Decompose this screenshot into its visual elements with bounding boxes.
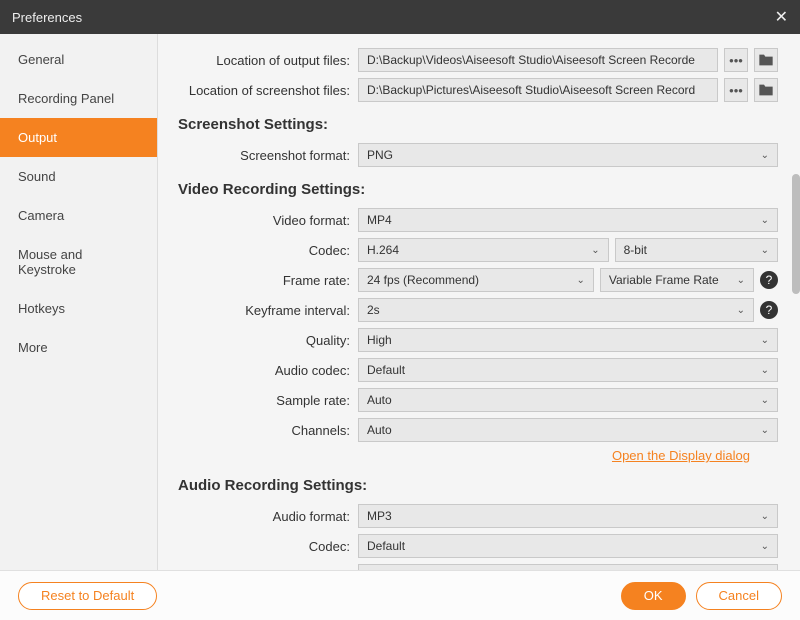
video-samplerate-label: Sample rate: (158, 393, 358, 408)
screenshot-path-field[interactable]: D:\Backup\Pictures\Aiseesoft Studio\Aise… (358, 78, 718, 102)
chevron-down-icon: ⌄ (761, 365, 769, 376)
sidebar-item-sound[interactable]: Sound (0, 157, 157, 196)
sidebar-item-label: Mouse and Keystroke (18, 247, 82, 277)
video-framerate-select[interactable]: 24 fps (Recommend)⌄ (358, 268, 594, 292)
chevron-down-icon: ⌄ (576, 275, 584, 286)
chevron-down-icon: ⌄ (737, 275, 745, 286)
sidebar-item-label: Hotkeys (18, 301, 65, 316)
screenshot-format-select[interactable]: PNG⌄ (358, 143, 778, 167)
video-format-label: Video format: (158, 213, 358, 228)
audio-format-label: Audio format: (158, 509, 358, 524)
sidebar-item-label: Recording Panel (18, 91, 114, 106)
open-display-dialog-link[interactable]: Open the Display dialog (158, 448, 778, 463)
chevron-down-icon: ⌄ (761, 335, 769, 346)
close-icon[interactable]: ✕ (775, 7, 788, 27)
sidebar: General Recording Panel Output Sound Cam… (0, 34, 158, 570)
chevron-down-icon: ⌄ (761, 215, 769, 226)
cancel-button[interactable]: Cancel (696, 582, 782, 610)
sidebar-item-label: More (18, 340, 48, 355)
video-channels-select[interactable]: Auto⌄ (358, 418, 778, 442)
output-path-more-button[interactable]: ••• (724, 48, 748, 72)
video-bitdepth-select[interactable]: 8-bit⌄ (615, 238, 778, 262)
window-title: Preferences (12, 10, 82, 25)
folder-icon (758, 53, 774, 67)
reset-to-default-button[interactable]: Reset to Default (18, 582, 157, 610)
chevron-down-icon: ⌄ (761, 245, 769, 256)
video-quality-select[interactable]: High⌄ (358, 328, 778, 352)
sidebar-item-more[interactable]: More (0, 328, 157, 367)
audio-codec-select[interactable]: Default⌄ (358, 534, 778, 558)
audio-settings-heading: Audio Recording Settings: (158, 477, 778, 494)
video-quality-label: Quality: (158, 333, 358, 348)
output-path-label: Location of output files: (158, 53, 358, 68)
video-audiocodec-label: Audio codec: (158, 363, 358, 378)
output-path-folder-button[interactable] (754, 48, 778, 72)
sidebar-item-label: Output (18, 130, 57, 145)
content-panel: Location of output files: D:\Backup\Vide… (158, 34, 800, 570)
sidebar-item-mouse-keystroke[interactable]: Mouse and Keystroke (0, 235, 157, 289)
chevron-down-icon: ⌄ (761, 395, 769, 406)
video-keyframe-select[interactable]: 2s⌄ (358, 298, 754, 322)
framerate-help-icon[interactable]: ? (760, 271, 778, 289)
video-format-select[interactable]: MP4⌄ (358, 208, 778, 232)
video-keyframe-label: Keyframe interval: (158, 303, 358, 318)
sidebar-item-hotkeys[interactable]: Hotkeys (0, 289, 157, 328)
keyframe-help-icon[interactable]: ? (760, 301, 778, 319)
footer: Reset to Default OK Cancel (0, 570, 800, 620)
sidebar-item-label: Sound (18, 169, 56, 184)
screenshot-path-folder-button[interactable] (754, 78, 778, 102)
video-framerate-label: Frame rate: (158, 273, 358, 288)
video-channels-label: Channels: (158, 423, 358, 438)
sidebar-item-general[interactable]: General (0, 40, 157, 79)
video-codec-label: Codec: (158, 243, 358, 258)
folder-icon (758, 83, 774, 97)
audio-codec-label: Codec: (158, 539, 358, 554)
screenshot-path-label: Location of screenshot files: (158, 83, 358, 98)
sidebar-item-label: General (18, 52, 64, 67)
output-path-field[interactable]: D:\Backup\Videos\Aiseesoft Studio\Aisees… (358, 48, 718, 72)
video-framerate-mode-select[interactable]: Variable Frame Rate⌄ (600, 268, 754, 292)
chevron-down-icon: ⌄ (591, 245, 599, 256)
chevron-down-icon: ⌄ (761, 150, 769, 161)
chevron-down-icon: ⌄ (761, 511, 769, 522)
screenshot-path-more-button[interactable]: ••• (724, 78, 748, 102)
video-codec-select[interactable]: H.264⌄ (358, 238, 609, 262)
scrollbar-thumb[interactable] (792, 174, 800, 294)
titlebar: Preferences ✕ (0, 0, 800, 34)
chevron-down-icon: ⌄ (761, 541, 769, 552)
video-samplerate-select[interactable]: Auto⌄ (358, 388, 778, 412)
ok-button[interactable]: OK (621, 582, 686, 610)
chevron-down-icon: ⌄ (737, 305, 745, 316)
sidebar-item-recording-panel[interactable]: Recording Panel (0, 79, 157, 118)
video-audiocodec-select[interactable]: Default⌄ (358, 358, 778, 382)
chevron-down-icon: ⌄ (761, 425, 769, 436)
video-settings-heading: Video Recording Settings: (158, 181, 778, 198)
screenshot-settings-heading: Screenshot Settings: (158, 116, 778, 133)
sidebar-item-output[interactable]: Output (0, 118, 157, 157)
audio-format-select[interactable]: MP3⌄ (358, 504, 778, 528)
sidebar-item-camera[interactable]: Camera (0, 196, 157, 235)
sidebar-item-label: Camera (18, 208, 64, 223)
screenshot-format-label: Screenshot format: (158, 148, 358, 163)
